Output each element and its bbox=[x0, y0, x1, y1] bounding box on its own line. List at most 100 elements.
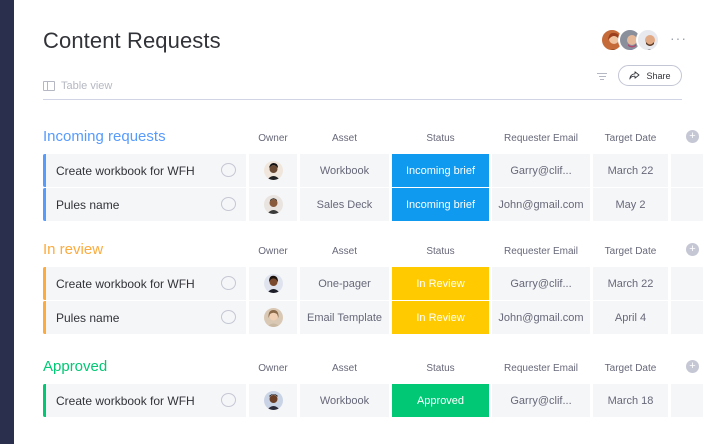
group-color-edge bbox=[43, 188, 46, 221]
more-options-icon[interactable]: ··· bbox=[670, 30, 687, 46]
group-approved: Approved Owner Asset Status Requester Em… bbox=[43, 358, 703, 418]
avatar bbox=[263, 274, 283, 293]
filter-icon[interactable] bbox=[597, 71, 607, 80]
column-header-date[interactable]: Target Date bbox=[593, 246, 668, 257]
owner-cell[interactable] bbox=[249, 301, 297, 334]
avatar[interactable] bbox=[636, 28, 660, 52]
date-cell[interactable]: April 4 bbox=[593, 301, 668, 334]
owner-cell[interactable] bbox=[249, 188, 297, 221]
group-color-edge bbox=[43, 154, 46, 187]
item-name-cell[interactable]: Pules name bbox=[43, 188, 246, 221]
status-badge[interactable]: Incoming brief bbox=[392, 188, 489, 221]
group-color-edge bbox=[43, 384, 46, 417]
avatar bbox=[263, 308, 283, 327]
item-name: Pules name bbox=[56, 310, 120, 325]
table-icon bbox=[43, 81, 55, 91]
empty-cell[interactable] bbox=[671, 301, 703, 334]
add-column-icon[interactable]: + bbox=[686, 243, 699, 256]
status-badge[interactable]: Incoming brief bbox=[392, 154, 489, 187]
share-label: Share bbox=[646, 70, 671, 81]
empty-cell[interactable] bbox=[671, 267, 703, 300]
group-header: Approved Owner Asset Status Requester Em… bbox=[43, 358, 703, 384]
share-arrow-icon bbox=[629, 71, 640, 80]
owner-cell[interactable] bbox=[249, 267, 297, 300]
team-avatars[interactable] bbox=[600, 28, 660, 52]
left-sidebar bbox=[0, 0, 14, 444]
empty-cell[interactable] bbox=[671, 154, 703, 187]
conversation-icon[interactable] bbox=[221, 276, 236, 290]
group-color-edge bbox=[43, 267, 46, 300]
date-cell[interactable]: March 22 bbox=[593, 154, 668, 187]
column-header-email[interactable]: Requester Email bbox=[492, 363, 590, 374]
status-badge[interactable]: In Review bbox=[392, 267, 489, 300]
asset-cell[interactable]: One-pager bbox=[300, 267, 389, 300]
item-name: Pules name bbox=[56, 197, 120, 212]
column-header-owner[interactable]: Owner bbox=[249, 133, 297, 144]
avatar bbox=[263, 195, 283, 214]
item-name: Create workbook for WFH bbox=[56, 163, 195, 178]
item-name: Create workbook for WFH bbox=[56, 393, 195, 408]
group-header: In review Owner Asset Status Requester E… bbox=[43, 241, 703, 267]
table-row[interactable]: Pules name Email Template In Review John… bbox=[43, 301, 703, 334]
empty-cell[interactable] bbox=[671, 384, 703, 417]
group-incoming-requests: Incoming requests Owner Asset Status Req… bbox=[43, 128, 703, 222]
add-column-icon[interactable]: + bbox=[686, 130, 699, 143]
column-header-status[interactable]: Status bbox=[392, 246, 489, 257]
item-name-cell[interactable]: Pules name bbox=[43, 301, 246, 334]
item-name-cell[interactable]: Create workbook for WFH bbox=[43, 154, 246, 187]
status-badge[interactable]: Approved bbox=[392, 384, 489, 417]
date-cell[interactable]: May 2 bbox=[593, 188, 668, 221]
table-row[interactable]: Create workbook for WFH One-pager In Rev… bbox=[43, 267, 703, 300]
column-header-asset[interactable]: Asset bbox=[300, 246, 389, 257]
conversation-icon[interactable] bbox=[221, 197, 236, 211]
empty-cell[interactable] bbox=[671, 188, 703, 221]
asset-cell[interactable]: Workbook bbox=[300, 384, 389, 417]
add-column-icon[interactable]: + bbox=[686, 360, 699, 373]
group-in-review: In review Owner Asset Status Requester E… bbox=[43, 241, 703, 335]
table-row[interactable]: Pules name Sales Deck Incoming brief Joh… bbox=[43, 188, 703, 221]
column-header-status[interactable]: Status bbox=[392, 363, 489, 374]
email-cell[interactable]: Garry@clif... bbox=[492, 384, 590, 417]
column-header-owner[interactable]: Owner bbox=[249, 363, 297, 374]
column-header-asset[interactable]: Asset bbox=[300, 133, 389, 144]
asset-cell[interactable]: Workbook bbox=[300, 154, 389, 187]
header-divider bbox=[43, 99, 682, 100]
column-header-status[interactable]: Status bbox=[392, 133, 489, 144]
page-title: Content Requests bbox=[43, 28, 221, 53]
column-header-email[interactable]: Requester Email bbox=[492, 246, 590, 257]
share-button[interactable]: Share bbox=[618, 65, 682, 86]
date-cell[interactable]: March 18 bbox=[593, 384, 668, 417]
column-header-asset[interactable]: Asset bbox=[300, 363, 389, 374]
status-badge[interactable]: In Review bbox=[392, 301, 489, 334]
item-name: Create workbook for WFH bbox=[56, 276, 195, 291]
group-color-edge bbox=[43, 301, 46, 334]
column-header-email[interactable]: Requester Email bbox=[492, 133, 590, 144]
avatar bbox=[263, 391, 283, 410]
conversation-icon[interactable] bbox=[221, 310, 236, 324]
item-name-cell[interactable]: Create workbook for WFH bbox=[43, 384, 246, 417]
conversation-icon[interactable] bbox=[221, 393, 236, 407]
conversation-icon[interactable] bbox=[221, 163, 236, 177]
group-title[interactable]: In review bbox=[43, 241, 103, 258]
group-title[interactable]: Incoming requests bbox=[43, 128, 166, 145]
column-header-date[interactable]: Target Date bbox=[593, 133, 668, 144]
avatar bbox=[263, 161, 283, 180]
view-label: Table view bbox=[61, 80, 113, 92]
email-cell[interactable]: John@gmail.com bbox=[492, 188, 590, 221]
group-title[interactable]: Approved bbox=[43, 358, 107, 375]
owner-cell[interactable] bbox=[249, 154, 297, 187]
table-row[interactable]: Create workbook for WFH Workbook Approve… bbox=[43, 384, 703, 417]
table-row[interactable]: Create workbook for WFH Workbook Incomin… bbox=[43, 154, 703, 187]
column-header-date[interactable]: Target Date bbox=[593, 363, 668, 374]
item-name-cell[interactable]: Create workbook for WFH bbox=[43, 267, 246, 300]
group-header: Incoming requests Owner Asset Status Req… bbox=[43, 128, 703, 154]
column-header-owner[interactable]: Owner bbox=[249, 246, 297, 257]
email-cell[interactable]: John@gmail.com bbox=[492, 301, 590, 334]
owner-cell[interactable] bbox=[249, 384, 297, 417]
table-view-tab[interactable]: Table view bbox=[43, 80, 112, 92]
email-cell[interactable]: Garry@clif... bbox=[492, 267, 590, 300]
asset-cell[interactable]: Sales Deck bbox=[300, 188, 389, 221]
date-cell[interactable]: March 22 bbox=[593, 267, 668, 300]
asset-cell[interactable]: Email Template bbox=[300, 301, 389, 334]
email-cell[interactable]: Garry@clif... bbox=[492, 154, 590, 187]
